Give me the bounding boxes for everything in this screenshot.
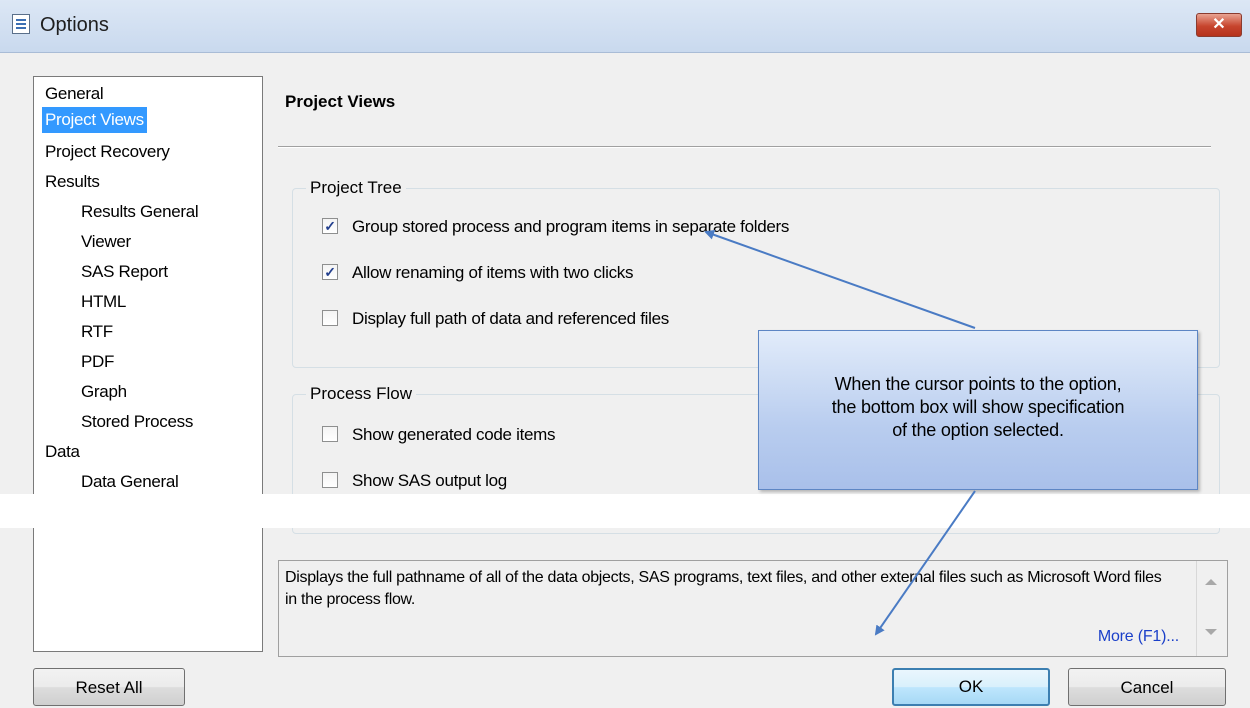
- project-tree-group-title: Project Tree: [306, 178, 406, 198]
- nav-item-viewer[interactable]: Viewer: [78, 229, 134, 255]
- nav-item-data-general[interactable]: Data General: [78, 469, 182, 495]
- option-label: Display full path of data and referenced…: [352, 309, 669, 328]
- options-category-list[interactable]: General Project Views Project Recovery R…: [33, 76, 263, 652]
- checkbox-group-stored-process[interactable]: ✓: [322, 218, 338, 234]
- option-label: Allow renaming of items with two clicks: [352, 263, 634, 282]
- reset-all-button[interactable]: Reset All: [33, 668, 185, 706]
- nav-item-results[interactable]: Results: [42, 169, 103, 195]
- option-display-full-path[interactable]: Display full path of data and referenced…: [322, 307, 752, 331]
- callout-line: of the option selected.: [892, 420, 1064, 440]
- option-description-box: Displays the full pathname of all of the…: [278, 560, 1228, 657]
- scroll-down-arrow-icon[interactable]: [1205, 629, 1217, 635]
- option-description-text: Displays the full pathname of all of the…: [285, 569, 1162, 608]
- checkbox-show-sas-output-log[interactable]: [322, 472, 338, 488]
- option-show-sas-output-log[interactable]: Show SAS output log: [322, 469, 602, 493]
- nav-item-sas-report[interactable]: SAS Report: [78, 259, 171, 285]
- description-scrollbar[interactable]: [1196, 561, 1227, 656]
- process-flow-group-title: Process Flow: [306, 384, 417, 404]
- option-allow-renaming[interactable]: ✓ Allow renaming of items with two click…: [322, 261, 722, 285]
- scroll-up-arrow-icon[interactable]: [1205, 579, 1217, 585]
- nav-item-rtf[interactable]: RTF: [78, 319, 116, 345]
- nav-item-results-general[interactable]: Results General: [78, 199, 201, 225]
- checkbox-display-full-path[interactable]: [322, 310, 338, 326]
- page-title: Project Views: [285, 92, 396, 111]
- nav-item-graph[interactable]: Graph: [78, 379, 130, 405]
- callout-line: When the cursor points to the option,: [834, 374, 1122, 394]
- more-help-link[interactable]: More (F1)...: [1098, 628, 1179, 646]
- nav-item-project-recovery[interactable]: Project Recovery: [42, 139, 173, 165]
- heading-divider: [278, 146, 1211, 148]
- option-label: Show generated code items: [352, 425, 556, 444]
- options-dialog: Options ✕ General Project Views Project …: [0, 0, 1250, 708]
- ok-button[interactable]: OK: [892, 668, 1050, 706]
- option-show-generated-code[interactable]: Show generated code items: [322, 423, 642, 447]
- option-label: Group stored process and program items i…: [352, 217, 790, 236]
- checkbox-allow-renaming[interactable]: ✓: [322, 264, 338, 280]
- checkbox-show-generated-code[interactable]: [322, 426, 338, 442]
- callout-line: the bottom box will show specification: [831, 397, 1125, 417]
- close-button[interactable]: ✕: [1196, 13, 1242, 37]
- cancel-button[interactable]: Cancel: [1068, 668, 1226, 706]
- nav-item-html[interactable]: HTML: [78, 289, 129, 315]
- option-label: Show SAS output log: [352, 471, 507, 490]
- option-group-stored-process[interactable]: ✓ Group stored process and program items…: [322, 215, 922, 239]
- window-title: Options: [40, 14, 109, 36]
- nav-item-stored-process[interactable]: Stored Process: [78, 409, 196, 435]
- screenshot-gap: [0, 494, 1250, 528]
- nav-item-project-views[interactable]: Project Views: [42, 107, 147, 133]
- title-bar: Options ✕: [0, 0, 1250, 53]
- nav-item-data[interactable]: Data: [42, 439, 83, 465]
- nav-item-pdf[interactable]: PDF: [78, 349, 117, 375]
- options-window-icon: [12, 14, 30, 34]
- nav-item-general[interactable]: General: [42, 81, 106, 107]
- annotation-callout: When the cursor points to the option, th…: [758, 330, 1198, 490]
- callout-text: When the cursor points to the option, th…: [759, 373, 1197, 442]
